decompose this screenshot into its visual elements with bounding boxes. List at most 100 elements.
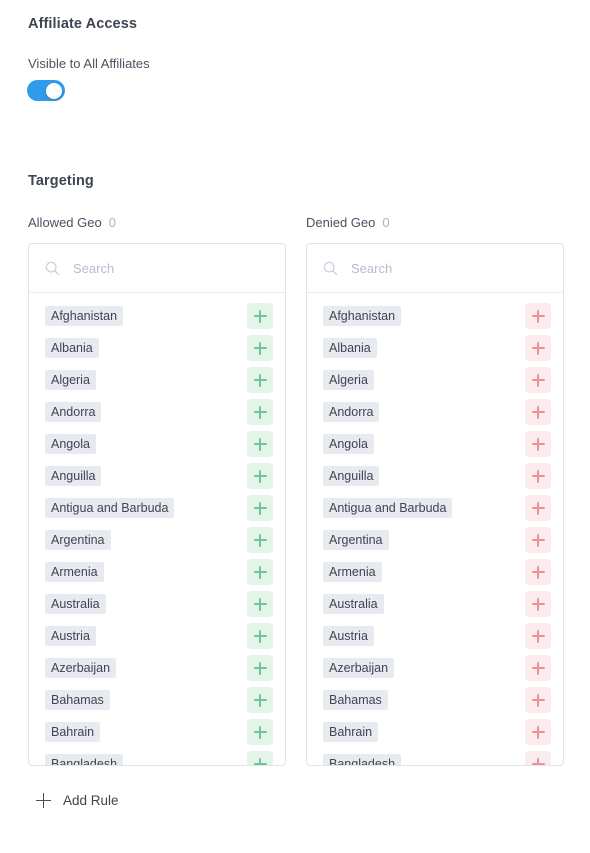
country-row[interactable]: Algeria — [29, 364, 285, 396]
country-row[interactable]: Australia — [29, 588, 285, 620]
allowed-geo-label: Allowed Geo — [28, 215, 102, 230]
affiliate-access-heading: Affiliate Access — [28, 16, 138, 32]
denied-geo-search-input[interactable] — [351, 260, 541, 276]
country-name: Argentina — [323, 530, 389, 550]
allowed-add-country-button[interactable] — [247, 399, 273, 425]
country-row[interactable]: Armenia — [29, 556, 285, 588]
country-row[interactable]: Bahrain — [29, 716, 285, 748]
country-name: Bangladesh — [323, 754, 402, 765]
country-row[interactable]: Bangladesh — [29, 748, 285, 765]
denied-geo-column: Denied Geo 0 Afghanistan Albania Algeria And… — [306, 215, 564, 766]
denied-geo-count: 0 — [382, 215, 390, 230]
country-name: Australia — [323, 594, 384, 614]
denied-add-country-button[interactable] — [525, 303, 551, 329]
country-name: Azerbaijan — [323, 658, 395, 678]
country-row[interactable]: Angola — [307, 428, 563, 460]
toggle-knob — [46, 82, 62, 99]
country-row[interactable]: Bangladesh — [307, 748, 563, 765]
country-name: Bahrain — [45, 722, 101, 742]
country-name: Algeria — [323, 370, 374, 390]
country-row[interactable]: Argentina — [29, 524, 285, 556]
denied-geo-label: Denied Geo — [306, 215, 376, 230]
denied-add-country-button[interactable] — [525, 623, 551, 649]
country-row[interactable]: Australia — [307, 588, 563, 620]
country-row[interactable]: Austria — [29, 620, 285, 652]
allowed-geo-search-input[interactable] — [73, 260, 263, 276]
allowed-add-country-button[interactable] — [247, 527, 273, 553]
country-row[interactable]: Argentina — [307, 524, 563, 556]
allowed-add-country-button[interactable] — [247, 495, 273, 521]
country-row[interactable]: Andorra — [29, 396, 285, 428]
allowed-add-country-button[interactable] — [247, 751, 273, 765]
denied-add-country-button[interactable] — [525, 495, 551, 521]
allowed-add-country-button[interactable] — [247, 719, 273, 745]
country-row[interactable]: Bahrain — [307, 716, 563, 748]
country-row[interactable]: Bahamas — [307, 684, 563, 716]
add-rule-button[interactable]: Add Rule — [36, 793, 119, 808]
allowed-geo-panel: Afghanistan Albania Algeria Andorra Angola An… — [28, 243, 286, 766]
allowed-add-country-button[interactable] — [247, 655, 273, 681]
allowed-add-country-button[interactable] — [247, 623, 273, 649]
country-row[interactable]: Antigua and Barbuda — [307, 492, 563, 524]
denied-add-country-button[interactable] — [525, 527, 551, 553]
country-row[interactable]: Bahamas — [29, 684, 285, 716]
country-name: Algeria — [45, 370, 96, 390]
affiliate-targeting-page: Affiliate Access Visible to All Affiliat… — [0, 0, 590, 853]
allowed-geo-header: Allowed Geo 0 — [28, 215, 286, 239]
allowed-add-country-button[interactable] — [247, 591, 273, 617]
allowed-geo-count: 0 — [108, 215, 116, 230]
country-row[interactable]: Azerbaijan — [29, 652, 285, 684]
allowed-add-country-button[interactable] — [247, 559, 273, 585]
denied-add-country-button[interactable] — [525, 687, 551, 713]
country-name: Bahrain — [323, 722, 379, 742]
search-icon — [45, 261, 60, 275]
country-row[interactable]: Afghanistan — [307, 300, 563, 332]
country-name: Bahamas — [323, 690, 388, 710]
denied-add-country-button[interactable] — [525, 591, 551, 617]
visible-to-all-affiliates-toggle[interactable] — [27, 80, 65, 101]
denied-add-country-button[interactable] — [525, 367, 551, 393]
country-name: Afghanistan — [323, 306, 402, 326]
denied-add-country-button[interactable] — [525, 399, 551, 425]
country-name: Armenia — [323, 562, 382, 582]
country-name: Afghanistan — [45, 306, 124, 326]
denied-add-country-button[interactable] — [525, 559, 551, 585]
denied-add-country-button[interactable] — [525, 463, 551, 489]
country-row[interactable]: Azerbaijan — [307, 652, 563, 684]
country-name: Albania — [45, 338, 99, 358]
country-name: Antigua and Barbuda — [323, 498, 453, 518]
country-row[interactable]: Andorra — [307, 396, 563, 428]
denied-add-country-button[interactable] — [525, 655, 551, 681]
allowed-geo-country-list[interactable]: Afghanistan Albania Algeria Andorra Angola An… — [29, 294, 285, 765]
country-row[interactable]: Albania — [307, 332, 563, 364]
allowed-add-country-button[interactable] — [247, 303, 273, 329]
denied-geo-country-list[interactable]: Afghanistan Albania Algeria Andorra Angola An… — [307, 294, 563, 765]
denied-add-country-button[interactable] — [525, 719, 551, 745]
country-name: Argentina — [45, 530, 111, 550]
country-row[interactable]: Austria — [307, 620, 563, 652]
country-name: Azerbaijan — [45, 658, 117, 678]
country-row[interactable]: Anguilla — [29, 460, 285, 492]
country-row[interactable]: Antigua and Barbuda — [29, 492, 285, 524]
allowed-add-country-button[interactable] — [247, 687, 273, 713]
allowed-add-country-button[interactable] — [247, 431, 273, 457]
denied-add-country-button[interactable] — [525, 431, 551, 457]
country-row[interactable]: Anguilla — [307, 460, 563, 492]
denied-add-country-button[interactable] — [525, 751, 551, 765]
allowed-add-country-button[interactable] — [247, 463, 273, 489]
country-row[interactable]: Armenia — [307, 556, 563, 588]
allowed-geo-search-row — [29, 244, 285, 293]
country-name: Andorra — [323, 402, 380, 422]
allowed-add-country-button[interactable] — [247, 335, 273, 361]
country-row[interactable]: Albania — [29, 332, 285, 364]
country-name: Bangladesh — [45, 754, 124, 765]
visible-to-all-affiliates-label: Visible to All Affiliates — [28, 56, 150, 71]
plus-icon — [36, 793, 51, 808]
country-row[interactable]: Algeria — [307, 364, 563, 396]
country-row[interactable]: Angola — [29, 428, 285, 460]
allowed-add-country-button[interactable] — [247, 367, 273, 393]
country-row[interactable]: Afghanistan — [29, 300, 285, 332]
country-name: Bahamas — [45, 690, 110, 710]
denied-add-country-button[interactable] — [525, 335, 551, 361]
country-name: Armenia — [45, 562, 104, 582]
